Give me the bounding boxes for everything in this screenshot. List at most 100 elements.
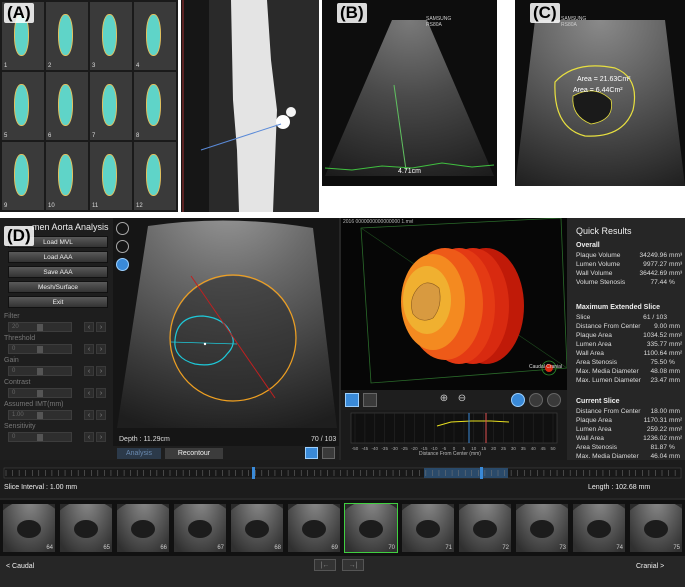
view-mode-icon[interactable] — [305, 447, 318, 459]
param-value: 20 — [12, 324, 19, 330]
param-slider[interactable]: 0 — [8, 388, 72, 398]
view-tools — [116, 222, 132, 276]
slider-thumb[interactable] — [37, 324, 43, 331]
slice-timeline[interactable]: Slice Interval : 1.00 mm Length : 102.68… — [0, 460, 685, 498]
ct-slice[interactable]: 10 — [46, 142, 88, 210]
slice-thumbnail[interactable]: 65 — [59, 503, 113, 553]
tab-analysis[interactable]: Analysis — [117, 448, 161, 459]
slider-thumb[interactable] — [37, 390, 43, 397]
timeline-marker[interactable] — [252, 467, 255, 479]
aorta-lumen-segmentation — [57, 154, 73, 197]
param-slider[interactable]: 0 — [8, 344, 72, 354]
result-label: Lumen Area — [576, 426, 612, 433]
ct-slice[interactable]: 7 — [90, 72, 132, 140]
zoom-in-icon[interactable]: ⊕ — [437, 393, 451, 407]
tab-recontour[interactable]: Recontour — [165, 448, 223, 459]
increment-icon[interactable]: › — [96, 388, 106, 398]
result-value: 23.47 — [650, 377, 667, 384]
cranial-nav[interactable]: Cranial > — [636, 563, 664, 570]
ct-slice[interactable]: 9 — [2, 142, 44, 210]
increment-icon[interactable]: › — [96, 344, 106, 354]
result-unit: mm² — [669, 426, 683, 433]
slice-thumbnail[interactable]: 64 — [2, 503, 56, 553]
rotate-icon[interactable] — [116, 222, 129, 235]
target-icon[interactable] — [116, 240, 129, 253]
exit-button[interactable]: Exit — [8, 296, 108, 308]
ct-slice[interactable]: 8 — [134, 72, 176, 140]
param-label: Filter — [4, 313, 20, 320]
3d-render-view[interactable]: 2016 0000000000000000 1.mvl Caudal Crani… — [341, 218, 567, 390]
slice-thumbnail[interactable]: 70 — [344, 503, 398, 553]
info-icon[interactable] — [363, 393, 377, 407]
slice-thumbnail[interactable]: 71 — [401, 503, 455, 553]
slice-interval: Slice Interval : 1.00 mm — [4, 484, 78, 491]
slice-thumbnail[interactable]: 73 — [515, 503, 569, 553]
zoom-out-icon[interactable]: ⊖ — [455, 393, 469, 407]
caudal-nav[interactable]: < Caudal — [6, 563, 34, 570]
prev-slice-button[interactable]: |← — [314, 559, 336, 571]
slice-thumbnail[interactable]: 66 — [116, 503, 170, 553]
export-icon[interactable] — [322, 447, 335, 459]
save-aaa-button[interactable]: Save AAA — [8, 266, 108, 278]
slider-thumb[interactable] — [37, 346, 43, 353]
ct-slice[interactable]: 3 — [90, 2, 132, 70]
thumbnail-number: 69 — [331, 545, 338, 551]
ct-slice[interactable]: 6 — [46, 72, 88, 140]
decrement-icon[interactable]: ‹ — [84, 432, 94, 442]
settings-icon[interactable] — [547, 393, 561, 407]
param-value: 0 — [12, 390, 16, 396]
frame-counter: 70 / 103 — [311, 436, 337, 443]
ultrasound-main-view[interactable]: Depth : 11.29cm 70 / 103 — [113, 218, 339, 446]
panel-a-label: (A) — [4, 3, 34, 23]
ct-slice[interactable]: 11 — [90, 142, 132, 210]
slice-thumbnail[interactable]: 69 — [287, 503, 341, 553]
decrement-icon[interactable]: ‹ — [84, 388, 94, 398]
next-slice-button[interactable]: →| — [342, 559, 364, 571]
param-slider[interactable]: 1.00 — [8, 410, 72, 420]
result-unit: mm² — [669, 435, 683, 442]
increment-icon[interactable]: › — [96, 322, 106, 332]
increment-icon[interactable]: › — [96, 410, 106, 420]
camera-icon[interactable] — [345, 393, 359, 407]
decrement-icon[interactable]: ‹ — [84, 410, 94, 420]
ct-slice[interactable]: 4 — [134, 2, 176, 70]
view-sphere-icon[interactable] — [511, 393, 525, 407]
result-row: Slice 61 / 103 — [576, 314, 683, 322]
increment-icon[interactable]: › — [96, 432, 106, 442]
load-aaa-button[interactable]: Load AAA — [8, 251, 108, 263]
slice-thumbnail[interactable]: 68 — [230, 503, 284, 553]
slice-thumbnail[interactable]: 72 — [458, 503, 512, 553]
aorta-lumen-segmentation — [145, 154, 161, 197]
ct-slice[interactable]: 2 — [46, 2, 88, 70]
slider-thumb[interactable] — [37, 368, 43, 375]
param-label: Threshold — [4, 335, 36, 342]
slice-thumbnail[interactable]: 67 — [173, 503, 227, 553]
result-label: Wall Area — [576, 350, 604, 357]
timeline-marker[interactable] — [480, 467, 483, 479]
param-slider[interactable]: 0 — [8, 366, 72, 376]
result-row: Distance From Center 18.00 mm — [576, 408, 683, 416]
result-row: Lumen Area 335.77 mm² — [576, 341, 683, 349]
thumbnail-lumen — [359, 520, 383, 538]
active-tool-icon[interactable] — [116, 258, 129, 271]
lighting-icon[interactable] — [529, 393, 543, 407]
slider-thumb[interactable] — [37, 434, 43, 441]
param-value: 0 — [12, 434, 16, 440]
increment-icon[interactable]: › — [96, 366, 106, 376]
mesh-surface-button[interactable]: Mesh/Surface — [8, 281, 108, 293]
ct-slice[interactable]: 12 — [134, 142, 176, 210]
ultrasound-transverse-view: SAMSUNG RS80A Area = 21.63Cm² Area = 6.4… — [515, 0, 685, 186]
param-slider[interactable]: 20 — [8, 322, 72, 332]
slider-thumb[interactable] — [37, 412, 43, 419]
ct-slice-number: 5 — [4, 133, 8, 139]
profile-chart[interactable]: -50 -45 -40 -35 -30 -25 -20 -15 -10 -5 0 5 10 15 20 25 3… — [341, 410, 567, 460]
decrement-icon[interactable]: ‹ — [84, 322, 94, 332]
slice-thumbnail[interactable]: 74 — [572, 503, 626, 553]
param-slider[interactable]: 0 — [8, 432, 72, 442]
decrement-icon[interactable]: ‹ — [84, 366, 94, 376]
result-value: 9.00 — [654, 323, 667, 330]
result-label: Max. Media Diameter — [576, 368, 639, 375]
decrement-icon[interactable]: ‹ — [84, 344, 94, 354]
slice-thumbnail[interactable]: 75 — [629, 503, 683, 553]
ct-slice[interactable]: 5 — [2, 72, 44, 140]
